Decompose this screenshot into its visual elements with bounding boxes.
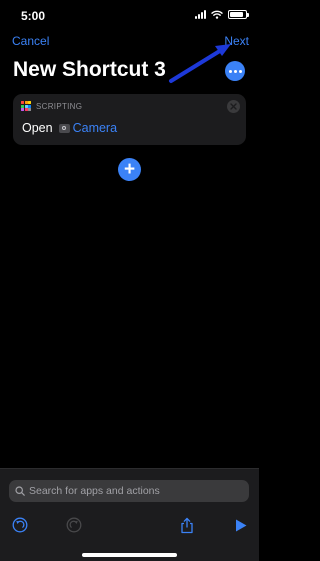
search-icon [15, 486, 25, 496]
action-verb: Open [22, 121, 53, 135]
search-bar[interactable] [9, 480, 249, 502]
signal-icon [195, 10, 206, 19]
app-parameter-label: Camera [72, 121, 118, 135]
action-category-label: SCRIPTING [36, 101, 83, 111]
cancel-button[interactable]: Cancel [12, 34, 49, 48]
camera-icon [58, 123, 70, 133]
undo-icon[interactable] [11, 516, 29, 534]
status-time: 5:00 [21, 9, 46, 23]
battery-icon [228, 10, 249, 19]
ellipsis-icon[interactable] [225, 61, 245, 81]
share-icon[interactable] [178, 516, 196, 534]
redo-icon[interactable] [65, 516, 83, 534]
status-bar: 5:00 [0, 0, 259, 34]
arrow-annotation [169, 44, 231, 83]
page-title: New Shortcut 3 [13, 58, 166, 81]
app-parameter-token[interactable]: Camera [58, 121, 118, 135]
wifi-icon [211, 10, 223, 19]
play-icon[interactable] [232, 516, 250, 534]
search-input[interactable] [29, 485, 239, 497]
action-card-open-app[interactable]: SCRIPTING Open Camera [13, 94, 246, 145]
close-icon[interactable] [227, 100, 240, 113]
status-icons [195, 10, 249, 19]
bottom-action-panel [0, 468, 259, 561]
action-card-header: SCRIPTING [21, 101, 82, 111]
plus-icon[interactable]: + [118, 158, 141, 181]
action-card-body: Open Camera [22, 121, 117, 135]
scripting-icon [21, 101, 31, 111]
home-indicator [82, 553, 177, 557]
